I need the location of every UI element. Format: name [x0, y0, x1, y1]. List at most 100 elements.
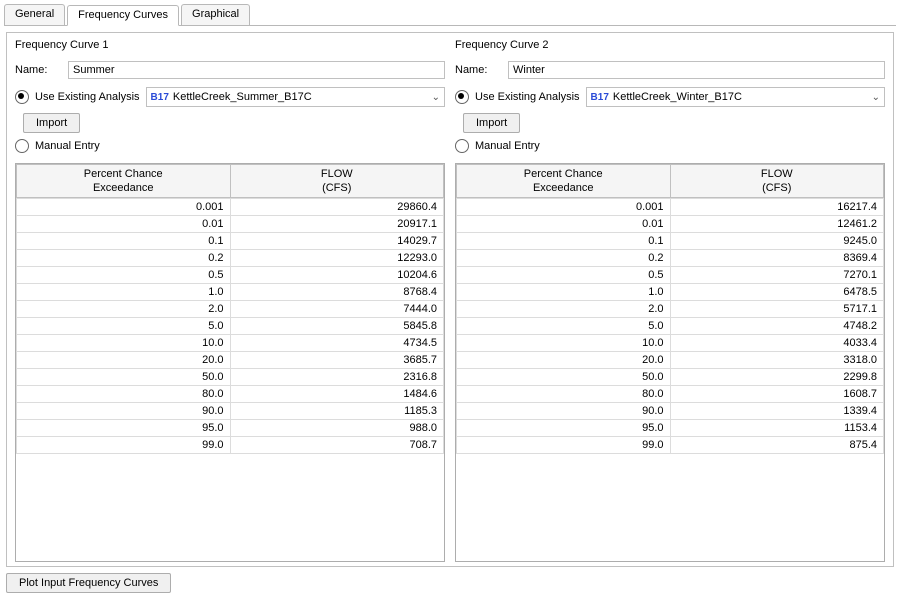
curve1-import-button[interactable]: Import — [23, 113, 80, 133]
cell-exceedance[interactable]: 2.0 — [457, 301, 671, 318]
cell-flow[interactable]: 7444.0 — [230, 301, 444, 318]
cell-exceedance[interactable]: 10.0 — [457, 335, 671, 352]
cell-exceedance[interactable]: 0.01 — [17, 216, 231, 233]
curve2-analysis-select[interactable]: B17 KettleCreek_Winter_B17C ⌄ — [586, 87, 885, 107]
cell-exceedance[interactable]: 50.0 — [17, 369, 231, 386]
table-row[interactable]: 95.0988.0 — [17, 420, 444, 437]
table-row[interactable]: 10.04734.5 — [17, 335, 444, 352]
cell-exceedance[interactable]: 99.0 — [17, 437, 231, 454]
cell-exceedance[interactable]: 0.2 — [17, 250, 231, 267]
cell-flow[interactable]: 14029.7 — [230, 233, 444, 250]
cell-exceedance[interactable]: 95.0 — [457, 420, 671, 437]
cell-flow[interactable]: 16217.4 — [670, 199, 884, 216]
cell-exceedance[interactable]: 90.0 — [17, 403, 231, 420]
table-row[interactable]: 20.03318.0 — [457, 352, 884, 369]
cell-exceedance[interactable]: 1.0 — [457, 284, 671, 301]
cell-exceedance[interactable]: 5.0 — [17, 318, 231, 335]
table-row[interactable]: 0.0120917.1 — [17, 216, 444, 233]
cell-flow[interactable]: 8369.4 — [670, 250, 884, 267]
table-row[interactable]: 5.04748.2 — [457, 318, 884, 335]
cell-flow[interactable]: 9245.0 — [670, 233, 884, 250]
table-row[interactable]: 10.04033.4 — [457, 335, 884, 352]
cell-flow[interactable]: 988.0 — [230, 420, 444, 437]
cell-exceedance[interactable]: 5.0 — [457, 318, 671, 335]
cell-exceedance[interactable]: 0.2 — [457, 250, 671, 267]
table-row[interactable]: 5.05845.8 — [17, 318, 444, 335]
table-row[interactable]: 2.05717.1 — [457, 301, 884, 318]
curve1-name-input[interactable] — [68, 61, 445, 79]
cell-exceedance[interactable]: 90.0 — [457, 403, 671, 420]
cell-flow[interactable]: 3685.7 — [230, 352, 444, 369]
cell-exceedance[interactable]: 95.0 — [17, 420, 231, 437]
table-row[interactable]: 0.19245.0 — [457, 233, 884, 250]
cell-flow[interactable]: 875.4 — [670, 437, 884, 454]
cell-flow[interactable]: 12461.2 — [670, 216, 884, 233]
table-row[interactable]: 95.01153.4 — [457, 420, 884, 437]
cell-flow[interactable]: 2299.8 — [670, 369, 884, 386]
table-row[interactable]: 0.00116217.4 — [457, 199, 884, 216]
cell-exceedance[interactable]: 0.1 — [17, 233, 231, 250]
tab-general[interactable]: General — [4, 4, 65, 25]
cell-flow[interactable]: 4033.4 — [670, 335, 884, 352]
cell-exceedance[interactable]: 20.0 — [17, 352, 231, 369]
curve2-name-input[interactable] — [508, 61, 885, 79]
cell-flow[interactable]: 1608.7 — [670, 386, 884, 403]
cell-flow[interactable]: 8768.4 — [230, 284, 444, 301]
cell-exceedance[interactable]: 80.0 — [17, 386, 231, 403]
cell-flow[interactable]: 1153.4 — [670, 420, 884, 437]
table-row[interactable]: 20.03685.7 — [17, 352, 444, 369]
cell-flow[interactable]: 5717.1 — [670, 301, 884, 318]
tab-frequency-curves[interactable]: Frequency Curves — [67, 5, 179, 26]
cell-flow[interactable]: 708.7 — [230, 437, 444, 454]
cell-exceedance[interactable]: 0.5 — [457, 267, 671, 284]
curve2-manual-entry-radio[interactable] — [455, 139, 469, 153]
cell-exceedance[interactable]: 80.0 — [457, 386, 671, 403]
table-row[interactable]: 2.07444.0 — [17, 301, 444, 318]
table-row[interactable]: 1.06478.5 — [457, 284, 884, 301]
cell-flow[interactable]: 1484.6 — [230, 386, 444, 403]
curve2-import-button[interactable]: Import — [463, 113, 520, 133]
table-row[interactable]: 1.08768.4 — [17, 284, 444, 301]
cell-flow[interactable]: 6478.5 — [670, 284, 884, 301]
curve1-analysis-select[interactable]: B17 KettleCreek_Summer_B17C ⌄ — [146, 87, 445, 107]
curve1-use-existing-radio[interactable] — [15, 90, 29, 104]
table-row[interactable]: 0.510204.6 — [17, 267, 444, 284]
cell-flow[interactable]: 10204.6 — [230, 267, 444, 284]
table-row[interactable]: 0.0112461.2 — [457, 216, 884, 233]
cell-exceedance[interactable]: 0.01 — [457, 216, 671, 233]
table-row[interactable]: 0.00129860.4 — [17, 199, 444, 216]
cell-flow[interactable]: 12293.0 — [230, 250, 444, 267]
cell-exceedance[interactable]: 0.1 — [457, 233, 671, 250]
table-row[interactable]: 0.57270.1 — [457, 267, 884, 284]
plot-input-frequency-curves-button[interactable]: Plot Input Frequency Curves — [6, 573, 171, 593]
cell-exceedance[interactable]: 0.5 — [17, 267, 231, 284]
table-row[interactable]: 0.212293.0 — [17, 250, 444, 267]
cell-flow[interactable]: 20917.1 — [230, 216, 444, 233]
curve2-use-existing-radio[interactable] — [455, 90, 469, 104]
cell-flow[interactable]: 5845.8 — [230, 318, 444, 335]
cell-flow[interactable]: 4748.2 — [670, 318, 884, 335]
cell-flow[interactable]: 1185.3 — [230, 403, 444, 420]
cell-flow[interactable]: 1339.4 — [670, 403, 884, 420]
cell-flow[interactable]: 7270.1 — [670, 267, 884, 284]
table-row[interactable]: 90.01339.4 — [457, 403, 884, 420]
table-row[interactable]: 80.01484.6 — [17, 386, 444, 403]
tab-graphical[interactable]: Graphical — [181, 4, 250, 25]
table-row[interactable]: 0.28369.4 — [457, 250, 884, 267]
cell-exceedance[interactable]: 0.001 — [17, 199, 231, 216]
table-row[interactable]: 0.114029.7 — [17, 233, 444, 250]
table-row[interactable]: 99.0875.4 — [457, 437, 884, 454]
table-row[interactable]: 99.0708.7 — [17, 437, 444, 454]
table-row[interactable]: 50.02299.8 — [457, 369, 884, 386]
curve1-manual-entry-radio[interactable] — [15, 139, 29, 153]
cell-flow[interactable]: 4734.5 — [230, 335, 444, 352]
cell-flow[interactable]: 3318.0 — [670, 352, 884, 369]
cell-exceedance[interactable]: 0.001 — [457, 199, 671, 216]
cell-flow[interactable]: 2316.8 — [230, 369, 444, 386]
cell-exceedance[interactable]: 1.0 — [17, 284, 231, 301]
cell-exceedance[interactable]: 10.0 — [17, 335, 231, 352]
cell-exceedance[interactable]: 20.0 — [457, 352, 671, 369]
table-row[interactable]: 90.01185.3 — [17, 403, 444, 420]
cell-exceedance[interactable]: 50.0 — [457, 369, 671, 386]
table-row[interactable]: 50.02316.8 — [17, 369, 444, 386]
